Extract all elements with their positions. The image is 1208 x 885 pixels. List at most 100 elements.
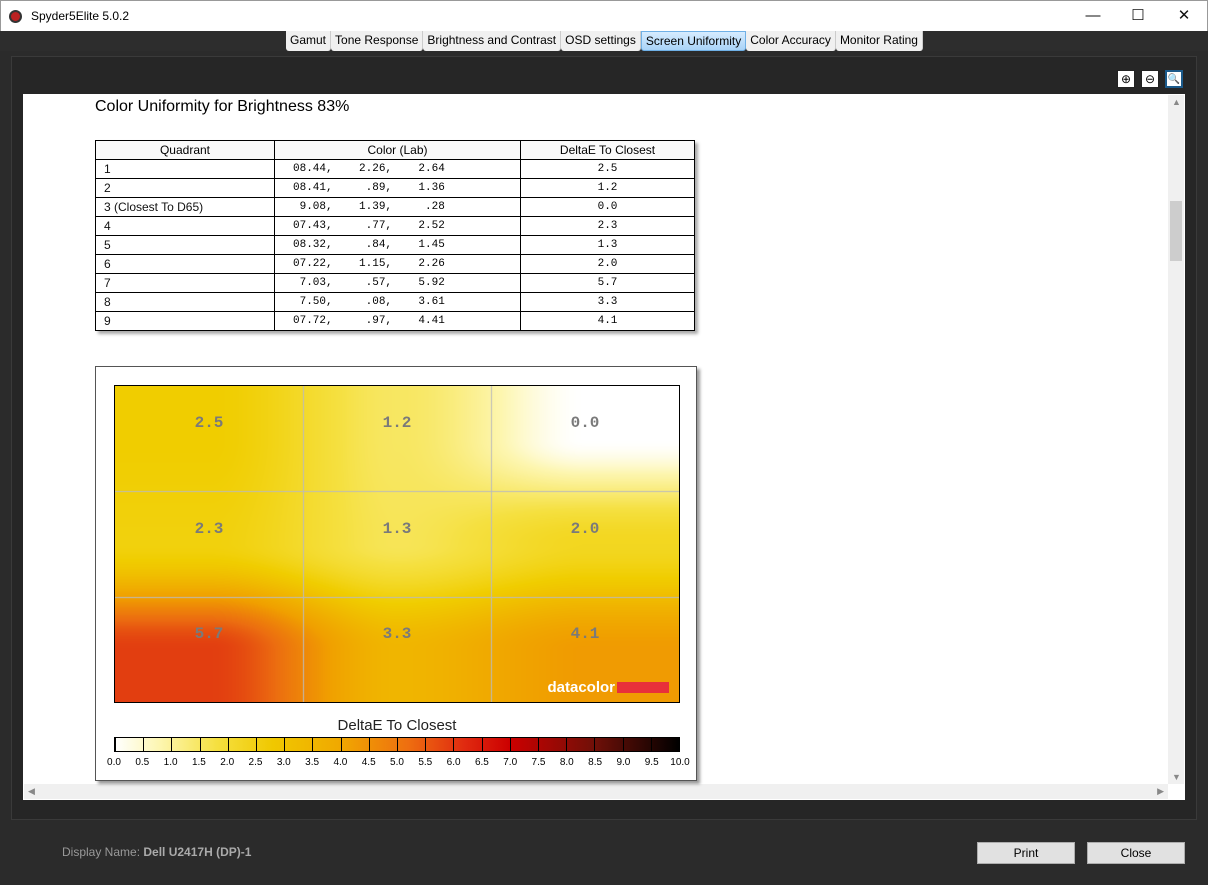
quadrant-cell: 2: [95, 178, 275, 198]
column-header: Quadrant: [95, 140, 275, 160]
display-name-value: Dell U2417H (DP)-1: [143, 845, 252, 859]
quadrant-cell: 6: [95, 254, 275, 274]
quadrant-cell: 8: [95, 292, 275, 312]
colorbar-tick: [594, 738, 596, 751]
lab-cell: 07.22, 1.15, 2.26: [274, 254, 521, 274]
heatmap-plot: 2.5 1.2 0.0 2.3 1.3 2.0 5.7 3.3 4.1 datacolor: [114, 385, 680, 703]
colorbar-tick-label: 8.0: [559, 757, 574, 768]
window-title: Spyder5Elite 5.0.2: [31, 9, 130, 23]
quadrant-cell: 4: [95, 216, 275, 236]
title-bar: Spyder5Elite 5.0.2 — ☐ ✕: [0, 0, 1208, 31]
quadrant-value-label: 2.5: [194, 414, 224, 433]
colorbar-tick-label: 4.5: [361, 757, 376, 768]
zoom-fit-icon[interactable]: 🔍: [1165, 70, 1183, 88]
tab-tone-response[interactable]: Tone Response: [331, 31, 424, 51]
colorbar-tick: [368, 738, 370, 751]
tab-monitor-rating[interactable]: Monitor Rating: [835, 31, 923, 51]
colorbar: [114, 737, 680, 752]
tabs: Gamut Tone Response Brightness and Contras…: [286, 31, 923, 51]
quadrant-value-label: 2.3: [194, 519, 224, 538]
maximize-button[interactable]: ☐: [1123, 5, 1153, 27]
table-row: 5 08.32, .84, 1.45 1.3: [95, 235, 695, 255]
colorbar-tick-label: 1.5: [191, 757, 206, 768]
display-name-label: Display Name: Dell U2417H (DP)-1: [62, 845, 251, 859]
tab-screen-uniformity[interactable]: Screen Uniformity: [640, 31, 747, 51]
lab-cell: 08.41, .89, 1.36: [274, 178, 521, 198]
horizontal-scrollbar[interactable]: ◀ ▶: [24, 784, 1168, 799]
display-label: Display Name:: [62, 845, 141, 859]
tab-osd-settings[interactable]: OSD settings: [561, 31, 641, 51]
colorbar-tick-label: 9.5: [644, 757, 659, 768]
quadrant-cell: 5: [95, 235, 275, 255]
column-header: DeltaE To Closest: [520, 140, 695, 160]
deltae-cell: 1.2: [520, 178, 695, 198]
colorbar-tick-label: 2.5: [248, 757, 263, 768]
column-header: Color (Lab): [274, 140, 521, 160]
colorbar-tick-label: 5.0: [390, 757, 404, 768]
colorbar-tick: [679, 738, 680, 751]
deltae-cell: 1.3: [520, 235, 695, 255]
colorbar-tick: [566, 738, 568, 751]
colorbar-tick: [312, 738, 314, 751]
lab-cell: 9.08, 1.39, .28: [274, 197, 521, 217]
table-row: 9 07.72, .97, 4.41 4.1: [95, 311, 695, 331]
colorbar-tick-label: 0.0: [107, 757, 121, 768]
colorbar-tick: [199, 738, 201, 751]
colorbar-tick: [171, 738, 173, 751]
colorbar-tick: [143, 738, 145, 751]
deltae-cell: 2.5: [520, 159, 695, 179]
quadrant-value-label: 1.2: [382, 414, 412, 433]
colorbar-tick: [509, 738, 511, 751]
quadrant-cell: 7: [95, 273, 275, 293]
colorbar-tick: [397, 738, 398, 751]
lab-cell: 7.50, .08, 3.61: [274, 292, 521, 312]
colorbar-tick-label: 5.5: [418, 757, 433, 768]
report-title: Color Uniformity for Brightness 83%: [95, 98, 350, 115]
zoom-out-icon[interactable]: ⊖: [1141, 70, 1159, 88]
colorbar-title: DeltaE To Closest: [337, 717, 457, 734]
lab-cell: 07.43, .77, 2.52: [274, 216, 521, 236]
colorbar-tick-label: 0.5: [135, 757, 150, 768]
colorbar-tick: [340, 738, 342, 751]
vertical-scroll-thumb[interactable]: [1170, 201, 1182, 261]
uniformity-table: Quadrant Color (Lab) DeltaE To Closest 1…: [95, 140, 695, 331]
colorbar-tick: [256, 738, 257, 751]
colorbar-tick-label: 6.0: [446, 757, 461, 768]
lab-cell: 07.72, .97, 4.41: [274, 311, 521, 331]
table-row: 1 08.44, 2.26, 2.64 2.5: [95, 159, 695, 179]
print-button[interactable]: Print: [977, 842, 1075, 864]
quadrant-value-label: 0.0: [570, 414, 600, 433]
close-window-button[interactable]: ✕: [1169, 5, 1199, 27]
colorbar-tick-label: 7.0: [503, 757, 518, 768]
colorbar-tick: [115, 738, 116, 751]
deltae-cell: 3.3: [520, 292, 695, 312]
minimize-button[interactable]: —: [1078, 5, 1108, 27]
tab-brightness-and-contrast[interactable]: Brightness and Contrast: [423, 31, 562, 51]
vertical-scrollbar[interactable]: ▲ ▼: [1168, 95, 1184, 784]
close-button[interactable]: Close: [1087, 842, 1185, 864]
colorbar-tick-label: 3.5: [305, 757, 320, 768]
tab-gamut[interactable]: Gamut: [286, 31, 332, 51]
lab-cell: 7.03, .57, 5.92: [274, 273, 521, 293]
colorbar-tick: [622, 738, 624, 751]
colorbar-tick-label: 7.5: [531, 757, 546, 768]
zoom-in-icon[interactable]: ⊕: [1117, 70, 1135, 88]
lab-cell: 08.44, 2.26, 2.64: [274, 159, 521, 179]
colorbar-tick-label: 8.5: [588, 757, 603, 768]
table-row: 2 08.41, .89, 1.36 1.2: [95, 178, 695, 198]
quadrant-value-label: 5.7: [194, 625, 224, 644]
colorbar-tick: [425, 738, 427, 751]
deltae-cell: 5.7: [520, 273, 695, 293]
table-row: 4 07.43, .77, 2.52 2.3: [95, 216, 695, 236]
quadrant-cell: 3 (Closest To D65): [95, 197, 275, 217]
colorbar-tick-label: 9.0: [616, 757, 631, 768]
datacolor-logo: datacolor: [547, 679, 669, 696]
table-row: 6 07.22, 1.15, 2.26 2.0: [95, 254, 695, 274]
colorbar-tick-label: 6.5: [474, 757, 489, 768]
tab-color-accuracy[interactable]: Color Accuracy: [746, 31, 836, 51]
app-icon: [9, 10, 22, 23]
deltae-cell: 2.3: [520, 216, 695, 236]
table-row: 8 7.50, .08, 3.61 3.3: [95, 292, 695, 312]
colorbar-tick-label: 2.0: [220, 757, 235, 768]
quadrant-value-label: 2.0: [570, 519, 600, 538]
